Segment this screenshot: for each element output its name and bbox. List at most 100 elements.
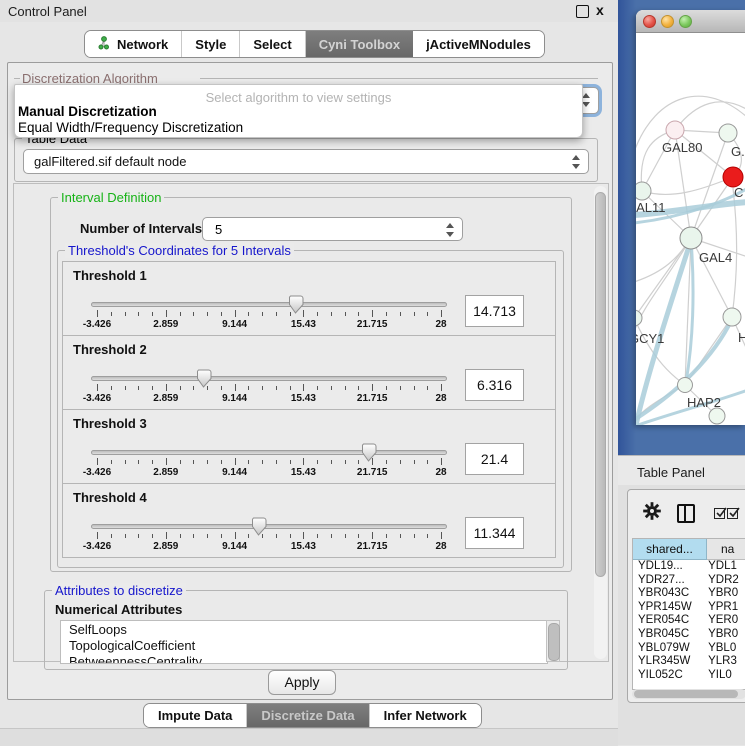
checkbox-icon[interactable] <box>727 508 738 519</box>
slider-tick <box>125 312 126 316</box>
slider-thumb[interactable] <box>195 369 212 388</box>
mac-zoom-light[interactable] <box>679 15 692 28</box>
slider-thumb[interactable] <box>250 517 267 536</box>
option-manual-discretization[interactable]: Manual Discretization <box>18 104 157 119</box>
cell-shared-name[interactable]: YBR043C <box>633 587 705 601</box>
attributes-list-scrollbar[interactable] <box>546 620 560 662</box>
threshold-value-field[interactable]: 14.713 <box>465 295 524 327</box>
float-window-icon[interactable] <box>576 5 589 18</box>
slider-track[interactable] <box>91 450 447 455</box>
cell-name[interactable]: YDR2 <box>705 574 745 588</box>
tab-jactivemnodules[interactable]: jActiveMNodules <box>413 31 544 57</box>
cell-shared-name[interactable]: YIL052C <box>633 669 705 683</box>
cell-shared-name[interactable]: YDR27... <box>633 574 705 588</box>
network-edge[interactable] <box>636 238 691 332</box>
network-node-label: G. <box>731 144 745 159</box>
table-row[interactable]: YPR145WYPR1 <box>633 601 745 615</box>
slider-track[interactable] <box>91 302 447 307</box>
cell-name[interactable]: YBL0 <box>705 642 745 656</box>
cell-name[interactable]: YLR3 <box>705 655 745 669</box>
slider-tick <box>414 312 415 316</box>
vertical-scrollbar-thumb[interactable] <box>595 192 606 577</box>
vertical-scrollbar[interactable] <box>594 186 607 659</box>
tab-infer-network[interactable]: Infer Network <box>370 704 481 727</box>
network-node[interactable] <box>709 408 725 424</box>
cell-name[interactable]: YBR0 <box>705 587 745 601</box>
cell-name[interactable]: YDL1 <box>705 560 745 574</box>
slider-tick <box>331 534 332 538</box>
cell-shared-name[interactable]: YLR345W <box>633 655 705 669</box>
cell-shared-name[interactable]: YBL079W <box>633 642 705 656</box>
mac-minimize-light[interactable] <box>661 15 674 28</box>
cell-name[interactable]: YPR1 <box>705 601 745 615</box>
network-node[interactable] <box>723 167 743 187</box>
attributes-scrollbar-thumb[interactable] <box>548 623 560 661</box>
table-data-combobox[interactable]: galFiltered.sif default node <box>23 149 589 174</box>
threshold-value-field[interactable]: 6.316 <box>465 369 524 401</box>
network-view-window[interactable]: GAL80G.CGAL11GAL4GCY1HHAP2 <box>636 10 745 425</box>
close-icon[interactable]: x <box>596 2 604 18</box>
column-header-name[interactable]: na <box>707 539 745 560</box>
network-node[interactable] <box>666 121 684 139</box>
network-node[interactable] <box>719 124 737 142</box>
network-edge[interactable] <box>642 177 733 194</box>
network-edge[interactable] <box>675 102 745 130</box>
cell-shared-name[interactable]: YBR045C <box>633 628 705 642</box>
columns-icon[interactable] <box>677 504 695 523</box>
slider-thumb[interactable] <box>287 295 304 314</box>
network-window-titlebar[interactable] <box>636 10 745 33</box>
cell-shared-name[interactable]: YDL19... <box>633 560 705 574</box>
table-row[interactable]: YIL052CYIL0 <box>633 669 745 683</box>
slider-thumb[interactable] <box>360 443 377 462</box>
tab-impute-data[interactable]: Impute Data <box>144 704 247 727</box>
threshold-label: Threshold 1 <box>73 268 147 283</box>
slider-track[interactable] <box>91 524 447 529</box>
threshold-value-field[interactable]: 11.344 <box>465 517 524 549</box>
slider-tick <box>345 534 346 538</box>
network-canvas[interactable]: GAL80G.CGAL11GAL4GCY1HHAP2 <box>636 32 745 425</box>
horizontal-scrollbar-thumb[interactable] <box>634 690 738 698</box>
mac-close-light[interactable] <box>643 15 656 28</box>
checkbox-icon[interactable] <box>714 508 725 519</box>
cell-shared-name[interactable]: YER054C <box>633 614 705 628</box>
network-node[interactable] <box>723 308 741 326</box>
network-node[interactable] <box>636 310 642 326</box>
numerical-attributes-list[interactable]: SelfLoopsTopologicalCoefficientBetweenne… <box>60 620 548 664</box>
threshold-value-field[interactable]: 21.4 <box>465 443 524 475</box>
option-equal-width-frequency[interactable]: Equal Width/Frequency Discretization <box>18 120 243 135</box>
table-row[interactable]: YBR045CYBR0 <box>633 628 745 642</box>
algorithm-placeholder: Select algorithm to view settings <box>15 90 582 105</box>
attribute-list-item[interactable]: BetweennessCentrality <box>61 653 547 664</box>
network-node[interactable] <box>678 378 693 393</box>
network-node[interactable] <box>636 182 651 200</box>
table-row[interactable]: YBR043CYBR0 <box>633 587 745 601</box>
tab-cyni-toolbox[interactable]: Cyni Toolbox <box>306 31 413 57</box>
threshold-block: Threshold 3-3.4262.8599.14415.4321.71528… <box>62 409 556 484</box>
apply-button[interactable]: Apply <box>268 670 336 695</box>
cell-name[interactable]: YIL0 <box>705 669 745 683</box>
column-header-shared-name[interactable]: shared... <box>633 539 707 560</box>
tab-style[interactable]: Style <box>182 31 240 57</box>
slider-tick <box>152 312 153 316</box>
attribute-list-item[interactable]: TopologicalCoefficient <box>61 637 547 653</box>
table-row[interactable]: YER054CYER0 <box>633 614 745 628</box>
network-node[interactable] <box>680 227 702 249</box>
slider-track[interactable] <box>91 376 447 381</box>
horizontal-scrollbar[interactable] <box>632 689 745 699</box>
table-row[interactable]: YDL19...YDL1 <box>633 560 745 574</box>
table-row[interactable]: YDR27...YDR2 <box>633 574 745 588</box>
cell-name[interactable]: YBR0 <box>705 628 745 642</box>
tab-discretize-data[interactable]: Discretize Data <box>247 704 369 727</box>
tab-select[interactable]: Select <box>240 31 305 57</box>
cell-name[interactable]: YER0 <box>705 614 745 628</box>
network-tab-icon <box>98 36 111 53</box>
tab-network[interactable]: Network <box>85 31 182 57</box>
cell-shared-name[interactable]: YPR145W <box>633 601 705 615</box>
attribute-list-item[interactable]: SelfLoops <box>61 621 547 637</box>
node-attribute-table[interactable]: shared... na YDL19...YDL1YDR27...YDR2YBR… <box>632 538 745 690</box>
number-of-intervals-combobox[interactable]: 5 <box>202 217 463 241</box>
slider-tick <box>193 460 194 464</box>
table-row[interactable]: YLR345WYLR3 <box>633 655 745 669</box>
gear-icon[interactable] <box>643 502 661 525</box>
table-row[interactable]: YBL079WYBL0 <box>633 642 745 656</box>
